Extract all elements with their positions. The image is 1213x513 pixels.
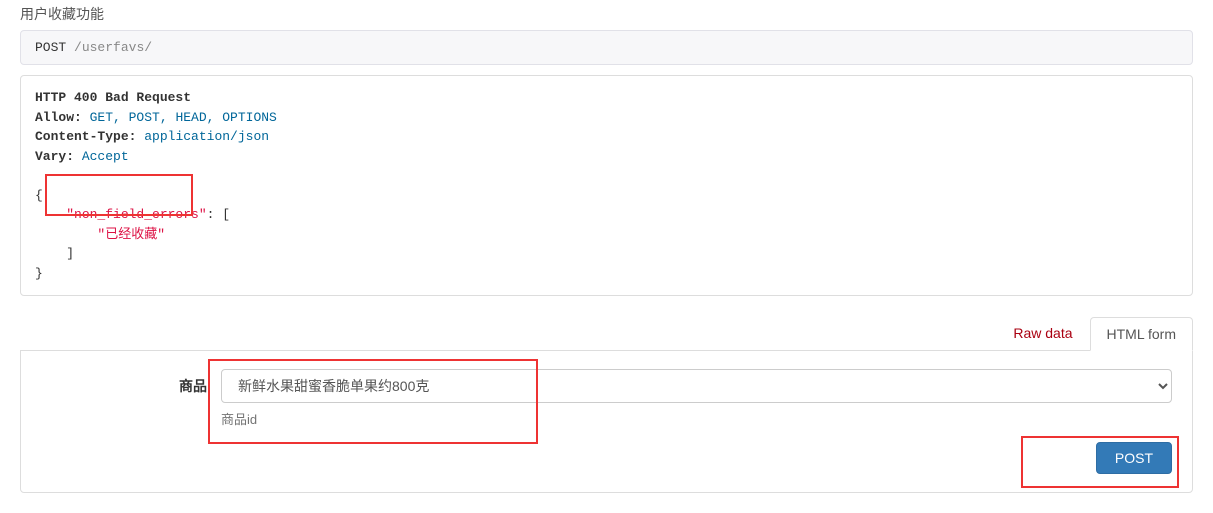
submit-button[interactable]: POST xyxy=(1096,442,1172,474)
content-type-label: Content-Type: xyxy=(35,129,136,144)
request-method: POST xyxy=(35,40,66,55)
vary-label: Vary: xyxy=(35,149,74,164)
goods-select[interactable]: 新鲜水果甜蜜香脆单果约800克 xyxy=(221,369,1172,403)
vary-value: Accept xyxy=(82,149,129,164)
page-title: 用户收藏功能 xyxy=(20,4,1193,24)
request-panel: POST /userfavs/ xyxy=(20,30,1193,65)
tabs-bar: Raw data HTML form xyxy=(20,316,1193,350)
response-panel: HTTP 400 Bad Request Allow: GET, POST, H… xyxy=(20,75,1193,296)
request-path: /userfavs/ xyxy=(74,40,152,55)
allow-label: Allow: xyxy=(35,110,82,125)
goods-help-text: 商品id xyxy=(221,409,1172,428)
response-status: HTTP 400 Bad Request xyxy=(35,90,191,105)
error-value: "已经收藏" xyxy=(97,227,165,242)
goods-label: 商品 xyxy=(41,369,221,396)
allow-value: GET, POST, HEAD, OPTIONS xyxy=(90,110,277,125)
error-key: "non_field_errors" xyxy=(66,207,206,222)
tab-html-form[interactable]: HTML form xyxy=(1090,317,1193,351)
form-panel: 商品 新鲜水果甜蜜香脆单果约800克 商品id POST xyxy=(20,350,1193,493)
content-type-value: application/json xyxy=(144,129,269,144)
tab-raw-data[interactable]: Raw data xyxy=(996,316,1089,350)
